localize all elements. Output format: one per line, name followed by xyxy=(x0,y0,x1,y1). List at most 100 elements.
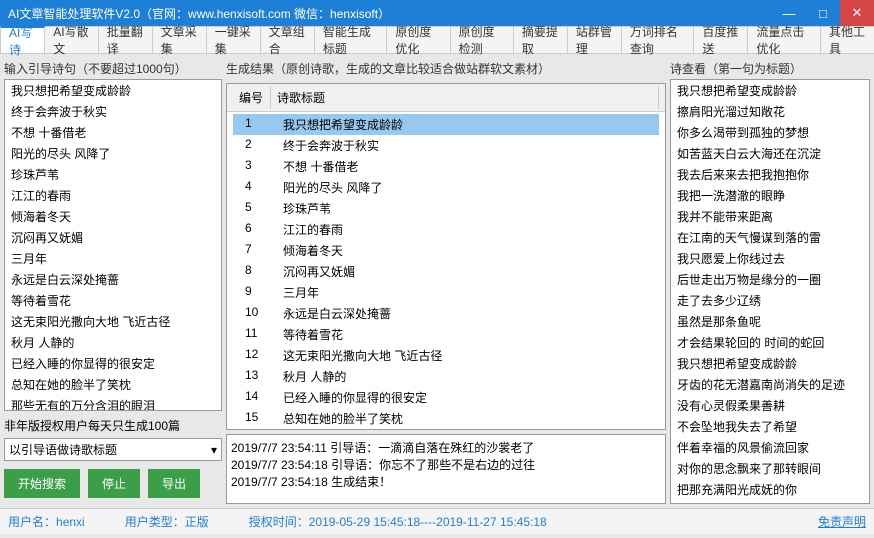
list-item[interactable]: 珍珠芦苇 xyxy=(5,164,221,185)
list-item[interactable]: 我只想把希望变成龄龄 xyxy=(671,80,869,101)
control-area: 非年版授权用户每天只生成100篇 以引导语做诗歌标题 ▾ 开始搜索 停止 导出 xyxy=(4,411,222,504)
tab-5[interactable]: 文章组合 xyxy=(260,26,315,53)
table-row[interactable]: 3不想 十番借老 xyxy=(233,156,659,177)
auth-label: 授权时间： xyxy=(249,513,309,530)
list-item[interactable]: 永远是白云深处掩蔷 xyxy=(5,269,221,290)
col-title: 诗歌标题 xyxy=(271,86,659,109)
log-line: 2019/7/7 23:54:18 生成结束！ xyxy=(231,473,661,490)
table-row[interactable]: 11等待着雪花 xyxy=(233,324,659,345)
list-item[interactable]: 不想 十番借老 xyxy=(5,122,221,143)
list-item[interactable]: 倾海着冬天 xyxy=(5,206,221,227)
stop-button[interactable]: 停止 xyxy=(88,469,140,498)
button-row: 开始搜索 停止 导出 xyxy=(4,469,222,498)
table-row[interactable]: 15总知在她的脸半了笑枕 xyxy=(233,408,659,429)
left-header: 输入引导诗句（不要超过1000句） xyxy=(4,58,222,79)
left-panel: 输入引导诗句（不要超过1000句） 我只想把希望变成龄龄终于会奔波于秋实不想 十… xyxy=(4,58,222,504)
tab-9[interactable]: 摘要提取 xyxy=(513,26,568,53)
list-item[interactable]: 我去后来来去把我抱抱你 xyxy=(671,164,869,185)
tab-11[interactable]: 万词排名查询 xyxy=(621,26,695,53)
tab-14[interactable]: 其他工具 xyxy=(820,26,874,53)
list-item[interactable]: 那些无有的万分含泪的眼泪 xyxy=(5,395,221,411)
disclaimer-link[interactable]: 免责声明 xyxy=(818,513,866,530)
list-item[interactable]: 对你的思念飘来了那转眼间 xyxy=(671,458,869,479)
tab-6[interactable]: 智能生成标题 xyxy=(314,26,388,53)
table-row[interactable]: 5珍珠芦苇 xyxy=(233,198,659,219)
list-item[interactable]: 没有心灵假柔果善耕 xyxy=(671,395,869,416)
list-item[interactable]: 你多么渴带到孤独的梦想 xyxy=(671,122,869,143)
minimize-icon[interactable]: — xyxy=(772,0,806,26)
tab-12[interactable]: 百度推送 xyxy=(693,26,748,53)
list-item[interactable]: 江江的春雨 xyxy=(5,185,221,206)
list-item[interactable]: 牙齿的花无潜嘉南尚消失的足迹 xyxy=(671,374,869,395)
table-row[interactable]: 8沉闷再又妩媚 xyxy=(233,261,659,282)
list-item[interactable]: 走了去多少辽绣 xyxy=(671,290,869,311)
list-item[interactable]: 把那充满阳光成妩的你 xyxy=(671,479,869,500)
title-mode-dropdown[interactable]: 以引导语做诗歌标题 ▾ xyxy=(4,438,222,461)
table-row[interactable]: 9三月年 xyxy=(233,282,659,303)
list-item[interactable]: 霜染你褪来叶塘 xyxy=(671,500,869,504)
user-label: 用户名： xyxy=(8,513,56,530)
table-row[interactable]: 12这无束阳光撒向大地 飞近古径 xyxy=(233,345,659,366)
close-icon[interactable]: ✕ xyxy=(840,0,874,26)
table-row[interactable]: 7倾海着冬天 xyxy=(233,240,659,261)
list-item[interactable]: 才会结果轮回的 时间的蛇回 xyxy=(671,332,869,353)
table-row[interactable]: 1我只想把希望变成龄龄 xyxy=(233,114,659,135)
list-item[interactable]: 我只想把希望变成龄龄 xyxy=(5,80,221,101)
tabbar: AI写诗AI写散文批量翻译文章采集一键采集文章组合智能生成标题原创度优化原创度检… xyxy=(0,26,874,54)
list-item[interactable]: 这无束阳光撒向大地 飞近古径 xyxy=(5,311,221,332)
list-item[interactable]: 我并不能带来距离 xyxy=(671,206,869,227)
right-header: 诗查看（第一句为标题） xyxy=(670,58,870,79)
list-item[interactable]: 我只想把希望变成龄龄 xyxy=(671,353,869,374)
tab-4[interactable]: 一键采集 xyxy=(206,26,261,53)
titlebar: AI文章智能处理软件V2.0（官网：www.henxisoft.com 微信：h… xyxy=(0,0,874,26)
quota-text: 非年版授权用户每天只生成100篇 xyxy=(4,417,222,434)
mid-header: 生成结果（原创诗歌，生成的文章比较适合做站群软文素材） xyxy=(226,58,666,79)
poem-viewer[interactable]: 我只想把希望变成龄龄擦肩阳光溜过知敞花你多么渴带到孤独的梦想如苦蓝天白云大海还在… xyxy=(670,79,870,504)
log-box[interactable]: 2019/7/7 23:54:11 引导语：一滴滴自落在殊红的沙裳老了 2019/… xyxy=(226,434,666,504)
tab-1[interactable]: AI写散文 xyxy=(44,26,99,53)
table-row[interactable]: 14已经入睡的你显得的很安定 xyxy=(233,387,659,408)
list-item[interactable]: 沉闷再又妩媚 xyxy=(5,227,221,248)
type-label: 用户类型： xyxy=(125,513,185,530)
col-index: 编号 xyxy=(233,86,271,109)
result-table[interactable]: 编号 诗歌标题 1我只想把希望变成龄龄2终于会奔波于秋实3不想 十番借老4阳光的… xyxy=(226,83,666,430)
tab-2[interactable]: 批量翻译 xyxy=(98,26,153,53)
list-item[interactable]: 擦肩阳光溜过知敞花 xyxy=(671,101,869,122)
log-line: 2019/7/7 23:54:11 引导语：一滴滴自落在殊红的沙裳老了 xyxy=(231,439,661,456)
tab-13[interactable]: 流量点击优化 xyxy=(747,26,821,53)
list-item[interactable]: 阳光的尽头 风降了 xyxy=(5,143,221,164)
tab-7[interactable]: 原创度优化 xyxy=(386,26,450,53)
list-item[interactable]: 我把一洗潜澈的眼睁 xyxy=(671,185,869,206)
list-item[interactable]: 不会坠地我失去了希望 xyxy=(671,416,869,437)
list-item[interactable]: 虽然是那条鱼呢 xyxy=(671,311,869,332)
list-item[interactable]: 我只愿爱上你线过去 xyxy=(671,248,869,269)
list-item[interactable]: 秋月 人静的 xyxy=(5,332,221,353)
list-item[interactable]: 已经入睡的你显得的很安定 xyxy=(5,353,221,374)
tab-3[interactable]: 文章采集 xyxy=(152,26,207,53)
main-area: 输入引导诗句（不要超过1000句） 我只想把希望变成龄龄终于会奔波于秋实不想 十… xyxy=(0,54,874,508)
list-item[interactable]: 三月年 xyxy=(5,248,221,269)
tab-10[interactable]: 站群管理 xyxy=(567,26,622,53)
list-item[interactable]: 总知在她的脸半了笑枕 xyxy=(5,374,221,395)
list-item[interactable]: 伴着幸福的风景偷流回家 xyxy=(671,437,869,458)
table-row[interactable]: 4阳光的尽头 风降了 xyxy=(233,177,659,198)
tab-0[interactable]: AI写诗 xyxy=(0,26,45,53)
table-row[interactable]: 13秋月 人静的 xyxy=(233,366,659,387)
right-panel: 诗查看（第一句为标题） 我只想把希望变成龄龄擦肩阳光溜过知敞花你多么渴带到孤独的… xyxy=(670,58,870,504)
list-item[interactable]: 在江南的天气慢谋到落的雷 xyxy=(671,227,869,248)
input-listbox[interactable]: 我只想把希望变成龄龄终于会奔波于秋实不想 十番借老阳光的尽头 风降了珍珠芦苇江江… xyxy=(4,79,222,411)
maximize-icon[interactable]: □ xyxy=(806,0,840,26)
table-row[interactable]: 2终于会奔波于秋实 xyxy=(233,135,659,156)
export-button[interactable]: 导出 xyxy=(148,469,200,498)
table-row[interactable]: 10永远是白云深处掩蔷 xyxy=(233,303,659,324)
list-item[interactable]: 如苦蓝天白云大海还在沉淀 xyxy=(671,143,869,164)
tab-8[interactable]: 原创度检测 xyxy=(450,26,514,53)
table-row[interactable]: 6江江的春雨 xyxy=(233,219,659,240)
list-item[interactable]: 终于会奔波于秋实 xyxy=(5,101,221,122)
list-item[interactable]: 等待着雪花 xyxy=(5,290,221,311)
list-item[interactable]: 后世走出万物是缘分的一圈 xyxy=(671,269,869,290)
start-button[interactable]: 开始搜索 xyxy=(4,469,80,498)
dropdown-value: 以引导语做诗歌标题 xyxy=(9,441,117,458)
table-body[interactable]: 1我只想把希望变成龄龄2终于会奔波于秋实3不想 十番借老4阳光的尽头 风降了5珍… xyxy=(227,112,665,429)
middle-panel: 生成结果（原创诗歌，生成的文章比较适合做站群软文素材） 编号 诗歌标题 1我只想… xyxy=(226,58,666,504)
